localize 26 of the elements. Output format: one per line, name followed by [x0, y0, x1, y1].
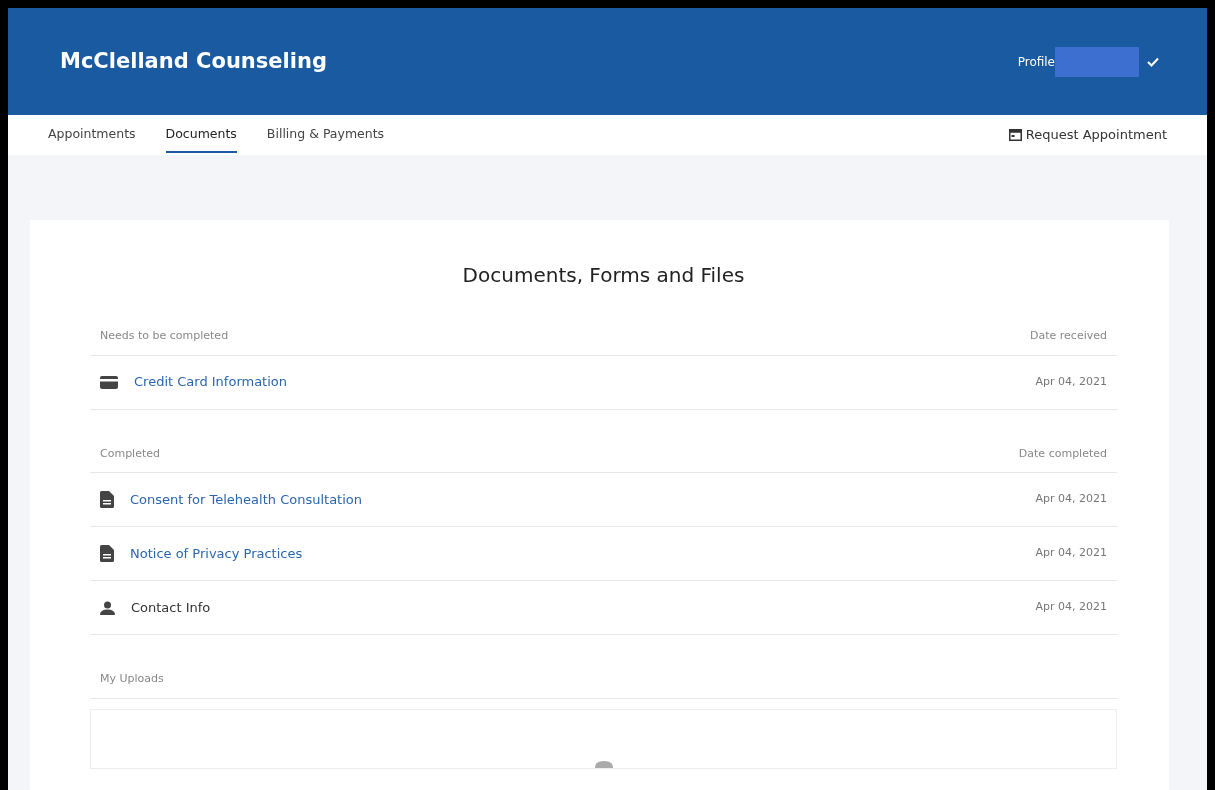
calendar-icon	[1008, 129, 1022, 141]
column-heading: Date completed	[1018, 445, 1107, 462]
section-heading: My Uploads	[100, 672, 164, 685]
nav-tab[interactable]: Billing & Payments	[266, 116, 385, 154]
document-link[interactable]: Consent for Telehealth Consultation	[130, 489, 362, 510]
brand-title: McClelland Counseling	[60, 47, 327, 75]
person-icon	[100, 600, 115, 615]
page-title: Documents, Forms and Files	[461, 262, 746, 289]
nav-tab[interactable]: Documents	[165, 116, 237, 154]
date-text: Apr 04, 2021	[1035, 599, 1107, 616]
date-text: Apr 04, 2021	[1035, 491, 1107, 508]
document-icon	[100, 545, 114, 562]
section-heading: Completed	[100, 445, 160, 462]
credit-card-icon	[100, 375, 118, 389]
date-text: Apr 04, 2021	[1035, 373, 1107, 390]
document-link[interactable]: Credit Card Information	[134, 372, 288, 392]
profile-label[interactable]: Profile	[1017, 52, 1055, 71]
request-appointment-button[interactable]: Request Appointment	[1008, 125, 1167, 145]
document-name: Contact Info	[131, 598, 211, 617]
nav-tab[interactable]: Appointments	[48, 116, 136, 154]
document-icon	[100, 491, 114, 508]
date-text: Apr 04, 2021	[1035, 545, 1107, 562]
section-heading: Needs to be completed	[100, 328, 229, 344]
document-link[interactable]: Notice of Privacy Practices	[130, 543, 303, 564]
column-heading: Date received	[1030, 328, 1107, 344]
check-icon[interactable]	[1147, 56, 1159, 67]
